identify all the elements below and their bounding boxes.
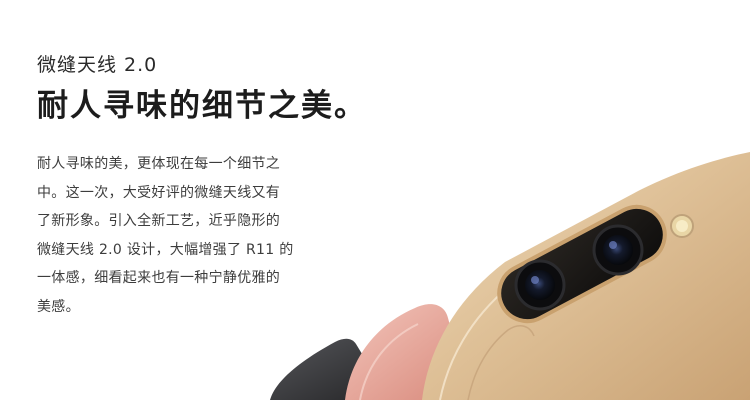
feature-headline: 耐人寻味的细节之美。 [37,88,367,124]
camera-lens-icon [592,224,644,276]
description-line: 了新形象。引入全新工艺，近乎隐形的 [37,213,281,229]
product-banner: 微缝天线 2.0 耐人寻味的细节之美。 耐人寻味的美，更体现在每一个细节之 中。… [0,0,750,400]
feature-description: 耐人寻味的美，更体现在每一个细节之 中。这一次，大受好评的微缝天线又有 了新形象… [37,150,317,321]
description-line: 微缝天线 2.0 设计，大幅增强了 R11 的 [37,241,294,258]
description-line: 耐人寻味的美，更体现在每一个细节之 [37,156,281,172]
flash-icon [670,214,694,238]
feature-copy: 微缝天线 2.0 耐人寻味的细节之美。 耐人寻味的美，更体现在每一个细节之 中。… [37,52,367,321]
camera-lens-icon [514,259,566,311]
description-line: 一体感，细看起来也有一种宁静优雅的 [37,270,281,286]
description-line: 美感。 [37,298,80,315]
gold-phone [422,152,750,400]
description-line: 中。这一次，大受好评的微缝天线又有 [37,184,281,201]
feature-subtitle: 微缝天线 2.0 [37,54,158,76]
